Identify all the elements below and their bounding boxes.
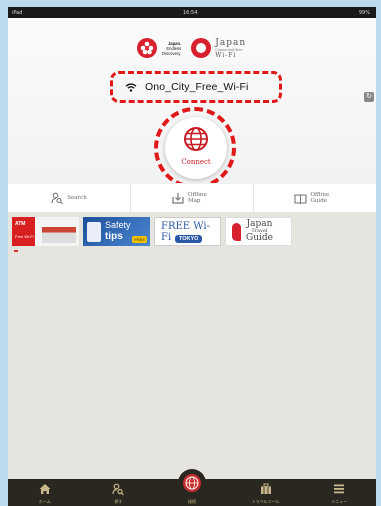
brand-right-line2: Connected-free — [215, 47, 243, 52]
japan-connected-wifi-logo: Japan Connected-free Wi-Fi — [191, 38, 246, 59]
nav-travel-tools-label: トラベルツール — [251, 499, 280, 504]
banner-strip: ATM Free Wi-Fi Safety tips FREE FREE Wi-… — [8, 213, 376, 262]
tab-offline-map[interactable]: Offline Map — [131, 184, 254, 212]
device-frame: iPad 16:54 99% Japan. Endless Discovery.… — [0, 0, 381, 506]
banner-safety-title: Safety — [105, 220, 131, 230]
banner-safety-sub: tips — [105, 231, 123, 242]
connect-tab-icon — [183, 474, 201, 492]
status-battery: 99% — [358, 10, 370, 16]
free-badge: FREE — [132, 236, 147, 243]
menu-icon — [334, 484, 345, 494]
tab-search-label: Search — [67, 195, 87, 201]
banner-atm-title: ATM — [15, 221, 26, 227]
nav-connect-label: 接続 — [187, 499, 196, 504]
status-time: 16:54 — [183, 10, 198, 16]
wifi-icon — [125, 82, 137, 92]
japan-travel-guide-logo-icon — [232, 223, 241, 241]
refresh-icon[interactable]: ↻ — [364, 92, 374, 102]
nav-search-label: 探す — [114, 499, 123, 504]
brand-logos: Japan. Endless Discovery. Japan Connecte… — [136, 34, 246, 62]
home-icon — [39, 484, 51, 494]
japan-endless-discovery-logo: Japan. Endless Discovery. — [136, 37, 181, 59]
nav-search[interactable]: 探す — [82, 479, 156, 506]
globe-small-icon — [185, 476, 199, 490]
app-screen: iPad 16:54 99% Japan. Endless Discovery.… — [8, 7, 376, 506]
japan-wifi-icon — [191, 38, 212, 58]
tab-offline-map-label: Offline Map — [188, 192, 207, 204]
nav-travel-tools[interactable]: トラベルツール — [229, 479, 303, 506]
map-download-icon — [172, 193, 184, 204]
bottom-tab-bar: ホーム 探す 接続 トラベルツール メニュー — [8, 469, 376, 506]
banner-safety-tips[interactable]: Safety tips FREE — [83, 217, 150, 246]
phone-icon — [87, 222, 101, 242]
search-person-icon — [112, 483, 125, 495]
brand-right-line1: Japan — [215, 37, 247, 48]
nav-home[interactable]: ホーム — [8, 479, 82, 506]
connect-button[interactable]: Connect — [165, 117, 227, 179]
globe-icon — [184, 127, 208, 151]
content-area — [8, 262, 376, 479]
banner-jtg-title: Japan — [246, 219, 273, 229]
banner-free-wifi-tokyo[interactable]: FREE Wi-Fi TOKYO — [154, 217, 221, 246]
network-ssid[interactable]: Ono_City_Free_Wi-Fi — [110, 71, 282, 103]
banner-free-wifi-sub: TOKYO — [175, 235, 203, 243]
connect-label: Connect — [181, 158, 211, 166]
banner-atm-sub: Free Wi-Fi — [15, 234, 34, 239]
banner-atm[interactable]: ATM Free Wi-Fi — [12, 217, 79, 246]
tab-offline-guide[interactable]: Offline Guide — [254, 184, 376, 212]
brand-left-line3: Discovery. — [162, 50, 182, 56]
banner-jtg-third: Guide — [246, 233, 273, 243]
cherry-blossom-icon — [137, 38, 157, 58]
connect-panel: Japan. Endless Discovery. Japan Connecte… — [8, 18, 376, 189]
page-indicator — [14, 250, 18, 252]
suitcase-icon — [260, 483, 271, 494]
feature-tabs: Search Offline Map Offline Guide — [8, 183, 376, 213]
book-icon — [293, 193, 307, 204]
atm-building-icon — [42, 227, 76, 243]
nav-menu-label: メニュー — [331, 499, 348, 504]
network-ssid-label: Ono_City_Free_Wi-Fi — [145, 81, 249, 93]
status-bar: iPad 16:54 99% — [8, 7, 376, 18]
person-search-icon — [51, 192, 64, 204]
status-device: iPad — [12, 10, 23, 16]
connect-tab-button[interactable] — [178, 469, 206, 497]
nav-menu[interactable]: メニュー — [302, 479, 376, 506]
banner-japan-travel-guide[interactable]: Japan Travel Guide — [225, 217, 292, 246]
tab-search[interactable]: Search — [8, 184, 131, 212]
brand-right-line3: Wi-Fi — [215, 51, 237, 59]
nav-home-label: ホーム — [38, 499, 51, 504]
tab-offline-guide-label: Offline Guide — [310, 192, 330, 204]
